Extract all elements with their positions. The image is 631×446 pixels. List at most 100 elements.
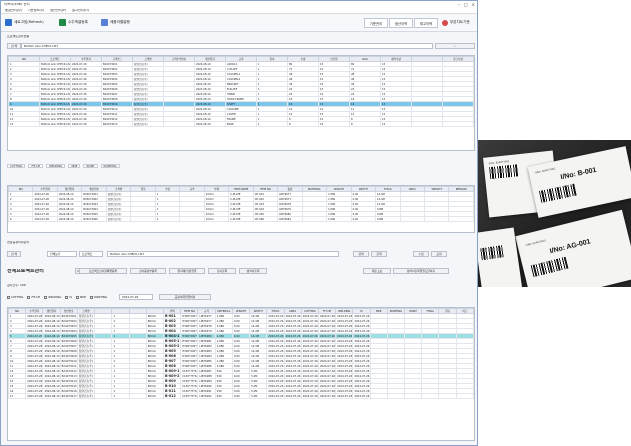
table-row[interactable]: 17 2024-07-26 2024-08-10 B24073017 창원단조(주) 1 8… <box>8 393 474 399</box>
menu-item-quality[interactable]: 품질관리(Q) <box>5 9 22 13</box>
checkbox-box[interactable] <box>27 295 31 299</box>
stock-history-button[interactable]: 재고이력 <box>414 18 438 28</box>
table-cell: 2024-07-26 <box>25 393 44 399</box>
checkbox-welding[interactable]: WELDING <box>44 295 61 299</box>
table-cell: 540 <box>214 393 233 399</box>
menu-item-shipping[interactable]: 출고관리(O) <box>72 9 89 13</box>
table-row[interactable]: 6 2024-07-26 2024-08-10 B24073006 창원단조(주) 1 10… <box>8 216 474 222</box>
inspection-print-button[interactable]: 검사출력 <box>208 268 236 274</box>
reship-button[interactable]: 재출고보 <box>363 268 391 274</box>
material-batch-button[interactable]: 원자재/현장일괄 <box>169 268 205 274</box>
production-history-button[interactable]: 생산이력 <box>389 18 413 28</box>
refresh-label: 새로고침(Refresh) <box>14 20 44 24</box>
table-cell: 2024-08-10 <box>194 121 226 127</box>
lookup-button[interactable]: 조회 <box>431 251 447 257</box>
menu-item-production[interactable]: 생산관리(P) <box>50 9 66 13</box>
table-cell: 창원단조(주) <box>76 368 96 374</box>
table-cell <box>404 393 423 399</box>
checkbox-box[interactable] <box>44 295 48 299</box>
label1-code: I/No: B-001 <box>559 166 598 182</box>
top-search-input[interactable]: Bottom skin CHECK LIST <box>21 43 433 49</box>
close-button[interactable]: × <box>472 2 475 7</box>
checkbox-fit-up[interactable]: FIT-UP <box>27 295 40 299</box>
maximize-button[interactable]: □ <box>464 2 468 7</box>
table-cell: 창원단조(주) <box>76 313 96 319</box>
checkbox-painting[interactable]: PAINTING <box>90 295 107 299</box>
checkbox-box[interactable] <box>90 295 94 299</box>
table-cell: 창원단조(주) <box>76 343 96 349</box>
table-cell: 창원단조(주) <box>105 216 132 222</box>
filter-select-all[interactable]: 전체보기 <box>47 251 77 257</box>
table-cell: 2024-07-26 <box>32 216 58 222</box>
tab-paint[interactable]: PAINT <box>83 164 98 168</box>
table-cell: 1 <box>111 393 130 399</box>
refresh-icon <box>5 19 12 26</box>
table-cell: B-012 <box>162 393 182 399</box>
table-cell: C150*75*6.5*10 <box>180 393 199 399</box>
table-cell <box>438 393 457 399</box>
table-cell: B24073006 <box>81 216 107 222</box>
table-cell: C-PLATE <box>228 216 254 222</box>
barcode-image-3 <box>530 256 569 278</box>
register-inspection-button[interactable]: 검사증상부등록 <box>130 268 166 274</box>
chart-standard-label: 부분차트기준 <box>450 20 470 24</box>
tab-nde[interactable]: NDE <box>68 164 81 168</box>
label-print-button[interactable]: 제품라벨발행 <box>101 17 130 28</box>
checkbox-label: IS <box>69 295 73 299</box>
edit-button[interactable]: 수정 <box>413 251 429 257</box>
register-inspection-items-button[interactable]: 프로젝트검사항목별등록 <box>79 268 127 274</box>
table-cell: 창원단조(주) <box>76 393 96 399</box>
table-cell <box>94 393 113 399</box>
checkbox-box[interactable] <box>76 295 80 299</box>
report-print-button[interactable]: 성적서출력 <box>239 268 267 274</box>
process-tabs: CUTTING FIT-UP WELDING NDE PAINT PAINTING <box>7 164 120 168</box>
checkbox-label: CUTTING <box>11 295 24 299</box>
table-cell: 2024-07-26 <box>70 121 102 127</box>
checkbox-box[interactable] <box>7 295 10 299</box>
print-button[interactable]: 출력 <box>371 251 387 257</box>
minimize-button[interactable]: – <box>458 2 460 7</box>
chart-standard-button[interactable]: 부분차트기준 <box>442 17 470 28</box>
table-cell: B24073017 <box>59 393 78 399</box>
checkbox-cutting[interactable]: CUTTING <box>7 295 23 299</box>
table-cell <box>421 393 440 399</box>
bottom-group-label: 현장공정이력관리 <box>7 241 30 244</box>
table-cell: B-009-1 <box>162 368 182 374</box>
bottom-search-button[interactable]: 검색 <box>353 251 369 257</box>
table-cell: 창원단조(주) <box>76 363 96 369</box>
apply-process-button[interactable]: 공정이력일괄처리 <box>159 294 211 300</box>
checkbox-nde[interactable]: NDE <box>76 295 86 299</box>
table-cell: 창원단조(주) <box>76 378 96 384</box>
date-picker[interactable]: 2024-07-26 <box>119 294 153 300</box>
table-cell: 2024-07-26 <box>300 393 319 399</box>
table-cell: B-004-1 <box>162 333 182 339</box>
table-cell: 2024-07-26 <box>335 393 354 399</box>
process-checkboxes: CUTTING FIT-UP WELDING IS NDE PAINTING <box>7 295 111 299</box>
refresh-button[interactable]: 새로고침(Refresh) <box>5 17 44 28</box>
label1-sub-2: S/No: B24073001 <box>534 167 556 175</box>
table-cell: 창원단조(주) <box>76 338 96 344</box>
standard-button[interactable]: 기준관리 <box>364 18 388 28</box>
bottom-search-input[interactable]: Bottom skin CHECK LIST <box>107 251 339 257</box>
table-cell: 8 <box>287 121 319 127</box>
filter-select-project[interactable]: 프로젝트 <box>79 251 103 257</box>
tab-painting[interactable]: PAINTING <box>100 164 120 168</box>
table-cell: 8 <box>349 121 381 127</box>
tab-cutting[interactable]: CUTTING <box>7 164 26 168</box>
barcode-image <box>489 164 519 180</box>
tab-fit-up[interactable]: FIT-UP <box>28 164 44 168</box>
checkbox-is[interactable]: IS <box>65 295 72 299</box>
checkbox-box[interactable] <box>65 295 69 299</box>
table-row[interactable]: 13 Bottom skin CHECK LIST 2024-07-26 B24073… <box>8 121 474 127</box>
table-cell: 창원단조(주) <box>76 383 96 389</box>
top-search-button[interactable]: ⌕ <box>435 43 475 49</box>
table-cell: BASE <box>225 121 257 127</box>
table-cell: 15 <box>380 121 412 127</box>
batch-report-button[interactable]: 성적서출력일괄도달하기 <box>393 268 449 274</box>
excel-import-button[interactable]: 수주엑셀등록 <box>59 17 88 28</box>
tab-welding[interactable]: WELDING <box>46 164 66 168</box>
menu-item-master[interactable]: 기준정보(S) <box>28 9 44 13</box>
toolbar: 새로고침(Refresh) 수주엑셀등록 제품라벨발행 기준관리 생산이력 재고… <box>1 14 477 32</box>
table-cell: 2024-07-26 <box>283 393 302 399</box>
table-cell <box>442 121 474 127</box>
